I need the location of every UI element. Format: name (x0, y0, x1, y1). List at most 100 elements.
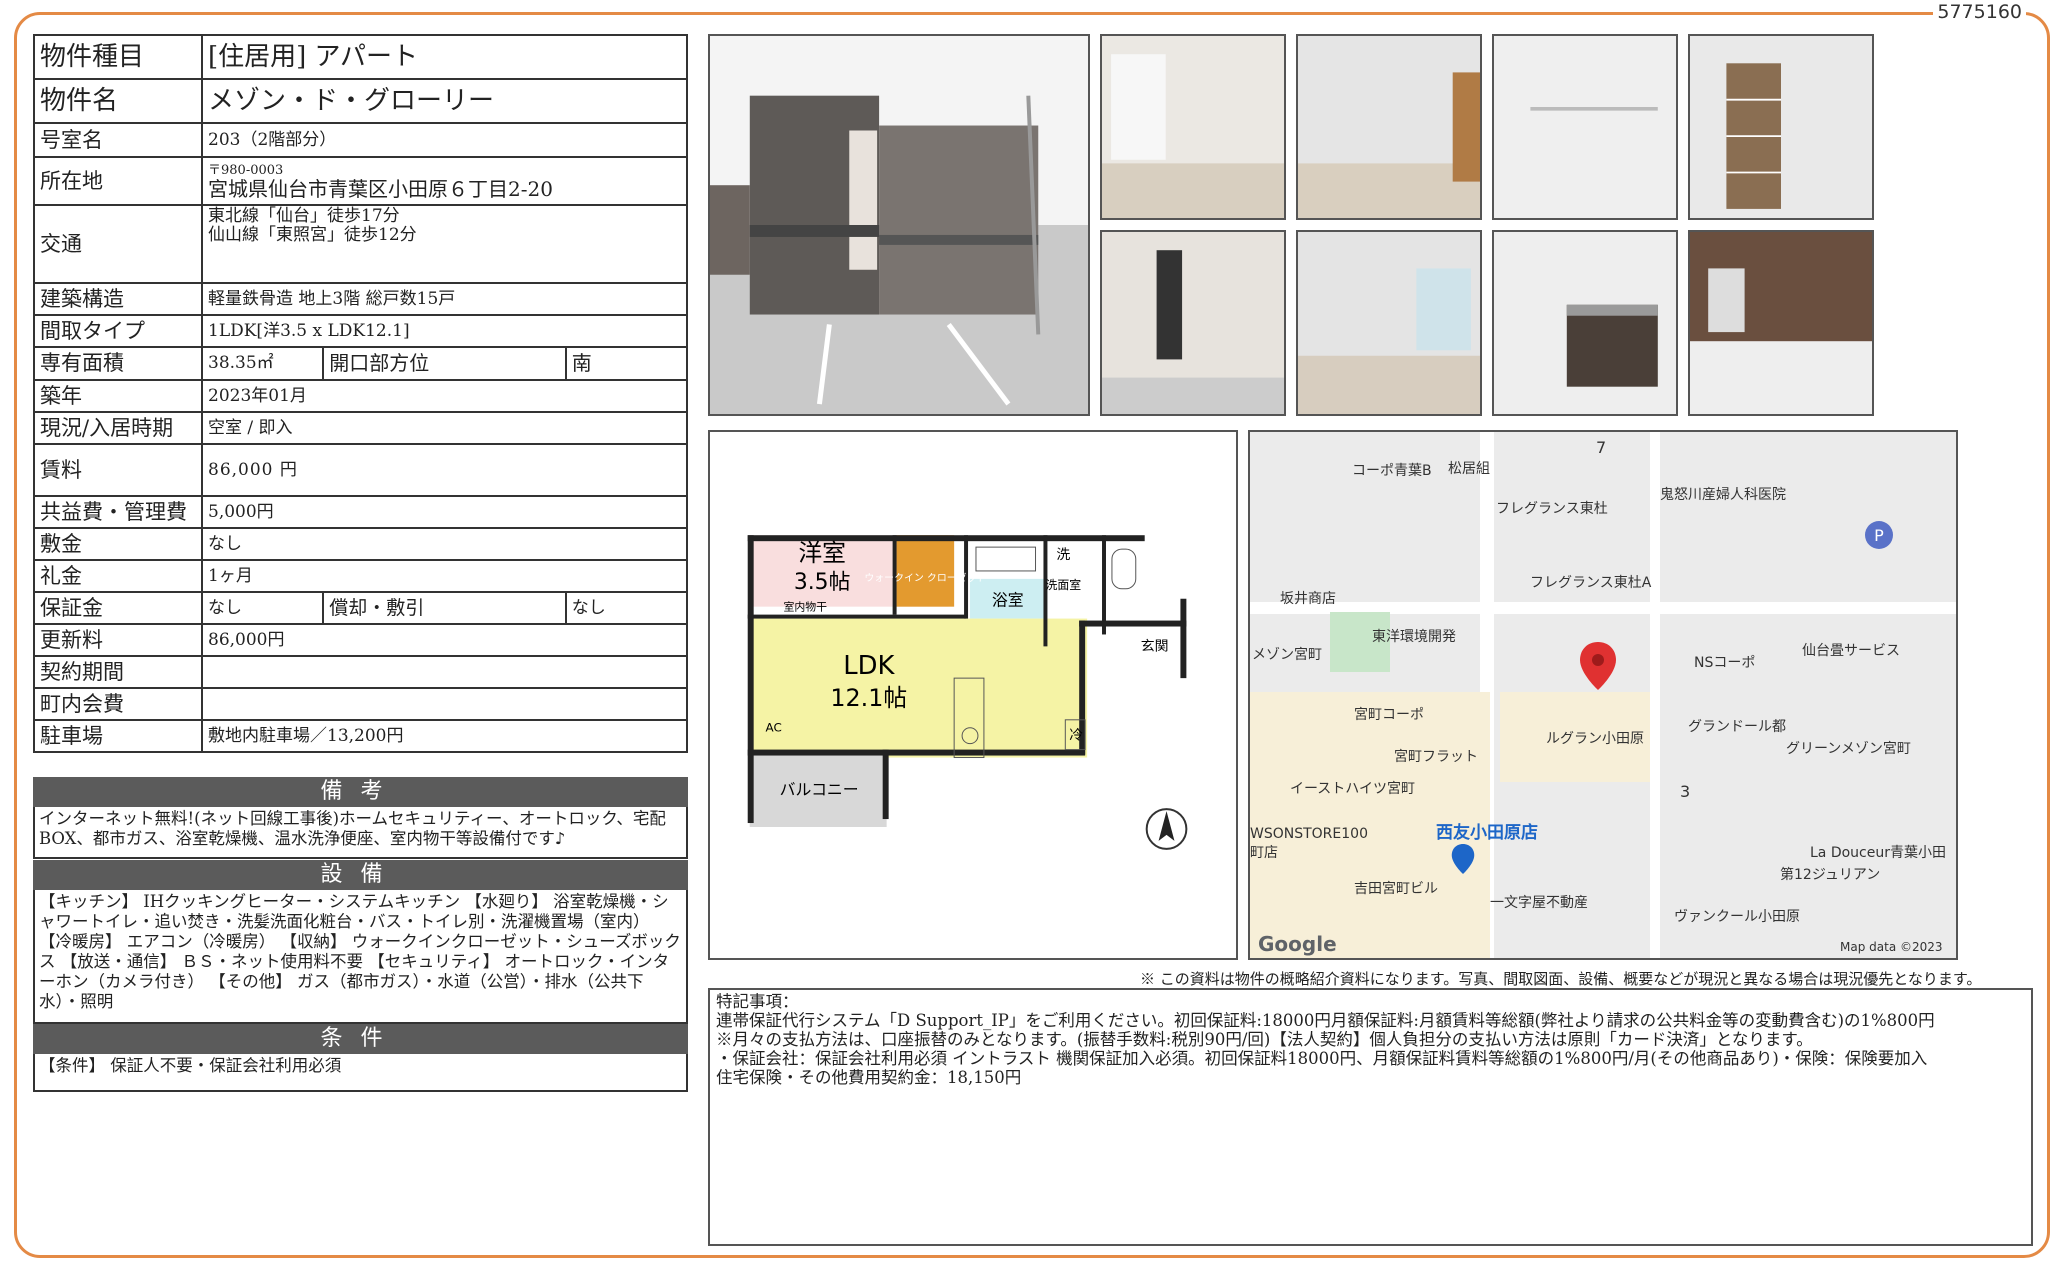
parking-value: 敷地内駐車場／13,200円 (201, 719, 688, 753)
floor-plan: 洋室 3.5帖 室内物干 ウォークイン クローゼット 浴室 洗 洗面室 LDK … (708, 430, 1238, 960)
map-label-seiyu: 西友小田原店 (1436, 823, 1538, 843)
special-notes-line: ※月々の支払方法は、口座振替のみとなります。(振替手数料:税別90円/回)【法人… (716, 1030, 1813, 1049)
parking-label: 駐車場 (33, 719, 203, 753)
map-label: メゾン宮町 (1252, 647, 1322, 663)
fridge-label: 冷 (1069, 728, 1083, 744)
area-label: 専有面積 (33, 346, 203, 381)
shopping-pin-icon (1451, 844, 1475, 874)
map-label: フレグランス東杜 (1496, 501, 1608, 517)
svg-text:P: P (1874, 526, 1884, 545)
map-label: コーポ青葉B (1352, 463, 1432, 479)
renewal-label: 更新料 (33, 623, 203, 657)
name-label: 物件名 (33, 78, 203, 124)
layout-value: 1LDK[洋3.5 x LDK12.1] (201, 314, 688, 348)
room-value: 203（2階部分） (201, 122, 688, 158)
interior-photo-1 (1100, 34, 1286, 220)
location-map: コーポ青葉B 松居組 7 フレグランス東杜 鬼怒川産婦人科医院 フレグランス東杜… (1248, 430, 1958, 960)
walkin-label: ウォークイン クローゼット (864, 572, 986, 584)
special-notes-line: ・保証会社：保証会社利用必須 イントラスト 機関保証加入必須。初回保証料1800… (716, 1049, 1928, 1068)
property-table: 物件種目 [住居用] アパート 物件名 メゾン・ド・グローリー 号室名 203（2階部… (33, 34, 689, 753)
document-id: 5775160 (1933, 1, 2026, 23)
equipment-header: 設備 (33, 860, 688, 890)
type-value: [住居用] アパート (201, 34, 688, 80)
conditions-text: 【条件】 保証人不要・保証会社利用必須 (33, 1054, 688, 1092)
opening-label: 開口部方位 (322, 346, 567, 381)
north-arrow-icon (1145, 808, 1188, 850)
name-value: メゾン・ド・グローリー (201, 78, 688, 124)
deposit-label: 敷金 (33, 527, 203, 561)
key-money-value: 1ヶ月 (201, 559, 688, 593)
deposit-value: なし (201, 527, 688, 561)
map-label: 7 (1596, 438, 1607, 457)
map-label: 町店 (1250, 845, 1278, 861)
map-label: ヴァンクール小田原 (1674, 909, 1800, 925)
status-label: 現況/入居時期 (33, 411, 203, 445)
interior-photo-3 (1492, 34, 1678, 220)
contract-label: 契約期間 (33, 655, 203, 689)
amort-label: 償却・敷引 (322, 591, 567, 625)
opening-value: 南 (564, 346, 689, 381)
room1-size: 3.5帖 (794, 570, 851, 595)
conditions-header: 条件 (33, 1024, 688, 1054)
parking-icon: P (1865, 521, 1893, 549)
map-label: イーストハイツ宮町 (1290, 781, 1416, 797)
map-label: 鬼怒川産婦人科医院 (1660, 487, 1786, 503)
fee-value: 5,000円 (201, 495, 688, 529)
location-pin-icon (1580, 642, 1616, 690)
address-label: 所在地 (33, 156, 203, 206)
fee-label: 共益費・管理費 (33, 495, 203, 529)
equipment-text: 【キッチン】 IHクッキングヒーター・システムキッチン 【水廻り】 浴室乾燥機・… (33, 890, 688, 1024)
special-notes: 特記事項： 連帯保証代行システム「D Support_IP」をご利用ください。初… (708, 988, 2033, 1246)
map-label: WSONSTORE100 (1250, 826, 1368, 842)
wash-label-2: 洗 (1056, 547, 1070, 563)
special-notes-title: 特記事項： (716, 992, 799, 1011)
map-label: グリーンメゾン宮町 (1786, 741, 1911, 757)
remarks-header: 備考 (33, 777, 688, 807)
wash-label: 洗面室 (1045, 578, 1081, 592)
map-label: 坂井商店 (1280, 591, 1336, 607)
room-label: 号室名 (33, 122, 203, 158)
map-label: 東洋環境開発 (1372, 629, 1456, 645)
amort-value: なし (564, 591, 689, 625)
transport-line-1: 東北線「仙台」徒歩17分 (208, 206, 400, 226)
type-label: 物件種目 (33, 34, 203, 80)
balcony-label: バルコニー (780, 780, 859, 799)
entrance-label: 玄関 (1141, 637, 1169, 654)
map-label: 仙台畳サービス (1802, 643, 1900, 659)
map-label: フレグランス東杜A (1530, 575, 1652, 591)
ldk-size: 12.1帖 (830, 684, 907, 712)
map-label: 吉田宮町ビル (1354, 881, 1438, 897)
structure-label: 建築構造 (33, 282, 203, 316)
postal-code: 〒980-0003 (208, 162, 284, 178)
map-label: 宮町コーポ (1354, 707, 1424, 723)
built-label: 築年 (33, 379, 203, 413)
rent-value: 86,000 円 (201, 443, 688, 497)
status-value: 空室 / 即入 (201, 411, 688, 445)
special-notes-line: 連帯保証代行システム「D Support_IP」をご利用ください。初回保証料:1… (716, 1011, 1935, 1030)
interior-photo-6 (1296, 230, 1482, 416)
google-logo: Google (1258, 932, 1337, 956)
map-label: La Douceur青葉小田 (1810, 845, 1946, 861)
interior-photo-4 (1688, 34, 1874, 220)
built-value: 2023年01月 (201, 379, 688, 413)
area-value: 38.35㎡ (200, 346, 325, 381)
bath-label: 浴室 (992, 591, 1024, 610)
key-money-label: 礼金 (33, 559, 203, 593)
interior-photo-8 (1688, 230, 1874, 416)
guarantee-label: 保証金 (33, 591, 203, 625)
map-label: ルグラン小田原 (1546, 731, 1644, 747)
interior-photo-2 (1296, 34, 1482, 220)
interior-photo-5 (1100, 230, 1286, 416)
map-label: 3 (1680, 782, 1691, 801)
disclaimer-notice: ※ この資料は物件の概略紹介資料になります。写真、間取図面、設備、概要などが現況… (1140, 970, 1982, 988)
remarks-text: インターネット無料!(ネット回線工事後)ホームセキュリティー、オートロック、宅配… (33, 807, 688, 859)
layout-label: 間取タイプ (33, 314, 203, 348)
renewal-value: 86,000円 (201, 623, 688, 657)
dry-label: 室内物干 (783, 600, 827, 614)
map-attribution: Map data ©2023 (1840, 940, 1943, 954)
map-label: 宮町フラット (1394, 749, 1478, 765)
special-notes-line: 住宅保険・その他費用契約金：18,150円 (716, 1068, 1022, 1087)
address-value: 宮城県仙台市青葉区小田原６丁目2-20 (208, 176, 553, 201)
transport-label: 交通 (33, 204, 203, 284)
map-label: NSコーポ (1694, 655, 1756, 671)
